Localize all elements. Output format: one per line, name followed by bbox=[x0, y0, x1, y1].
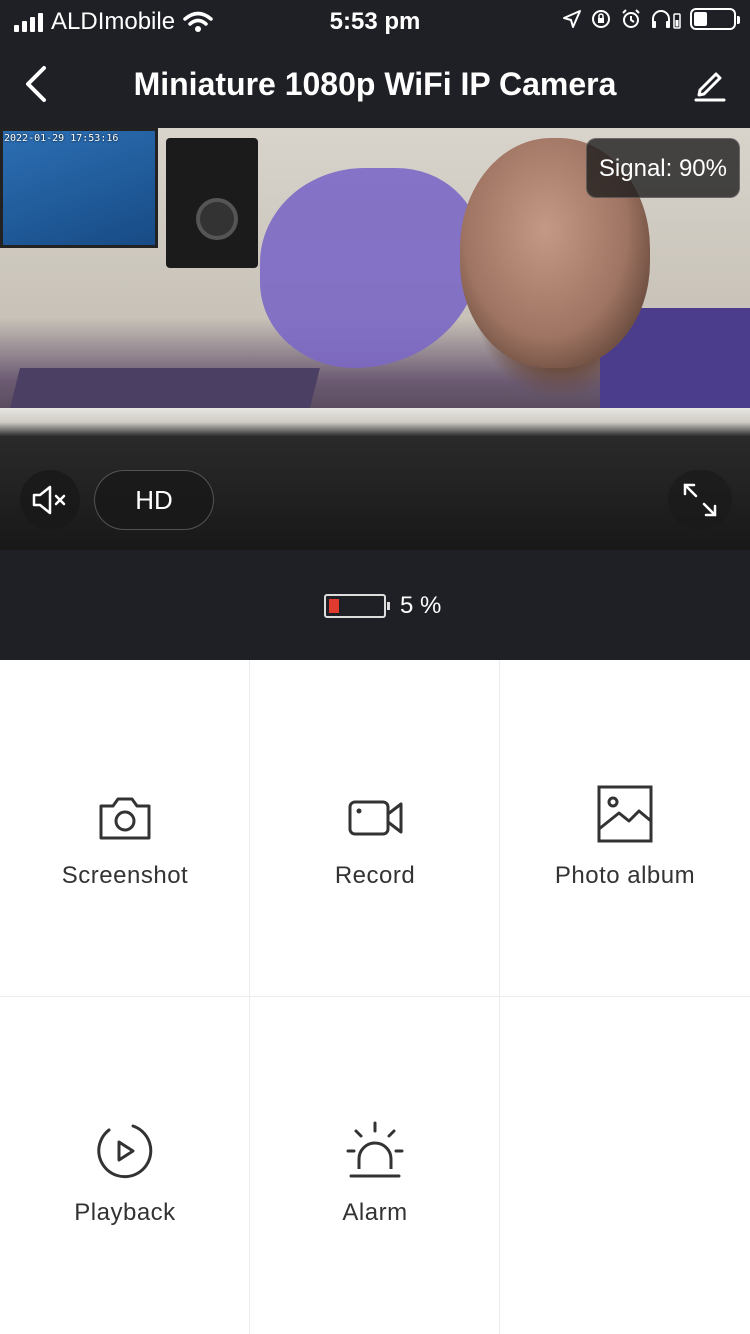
camera-timestamp: 2022-01-29 17:53:16 bbox=[4, 133, 119, 144]
camera-battery-icon bbox=[324, 594, 390, 618]
nav-bar: Miniature 1080p WiFi IP Camera bbox=[0, 40, 750, 128]
alarm-button[interactable]: Alarm bbox=[250, 997, 500, 1334]
device-battery-icon bbox=[690, 8, 740, 30]
fullscreen-expand-icon bbox=[683, 483, 717, 517]
status-bar: ALDImobile 5:53 pm bbox=[0, 0, 750, 40]
siren-icon bbox=[346, 1121, 404, 1178]
photo-album-label: Photo album bbox=[554, 862, 696, 889]
empty-cell bbox=[500, 997, 750, 1334]
camera-scene-speaker bbox=[166, 138, 258, 268]
page-title: Miniature 1080p WiFi IP Camera bbox=[133, 66, 617, 102]
camera-battery: 5 % bbox=[324, 592, 441, 620]
fullscreen-button[interactable] bbox=[668, 470, 732, 530]
camera-scene-plant bbox=[260, 168, 480, 368]
rotation-lock-icon bbox=[592, 10, 610, 28]
video-camera-icon bbox=[348, 800, 403, 836]
screenshot-button[interactable]: Screenshot bbox=[0, 660, 250, 997]
camera-icon bbox=[99, 797, 151, 840]
screenshot-label: Screenshot bbox=[61, 862, 189, 889]
playback-label: Playback bbox=[74, 1199, 176, 1226]
quality-toggle-button[interactable]: HD bbox=[94, 470, 214, 530]
photo-album-button[interactable]: Photo album bbox=[500, 660, 750, 997]
camera-battery-text: 5 % bbox=[400, 592, 442, 619]
edit-pencil-icon[interactable] bbox=[692, 66, 728, 102]
speaker-muted-icon bbox=[32, 485, 66, 515]
playback-button[interactable]: Playback bbox=[0, 997, 250, 1334]
mute-button[interactable] bbox=[20, 470, 80, 530]
camera-battery-bar: 5 % bbox=[0, 550, 750, 660]
action-grid: Screenshot Record Photo album Playback A… bbox=[0, 660, 750, 1334]
signal-strength-badge: Signal: 90% bbox=[585, 138, 740, 198]
alarm-clock-icon bbox=[622, 9, 640, 28]
image-icon bbox=[597, 785, 653, 843]
location-arrow-icon bbox=[563, 10, 581, 28]
alarm-label: Alarm bbox=[342, 1199, 408, 1226]
headphones-battery-icon bbox=[652, 10, 681, 29]
live-camera-view[interactable]: 2022-01-29 17:53:16 Signal: 90% HD bbox=[0, 128, 750, 550]
camera-scene-laptop bbox=[0, 128, 158, 248]
record-label: Record bbox=[334, 862, 416, 889]
status-right bbox=[562, 8, 740, 30]
play-circle-icon bbox=[97, 1124, 153, 1179]
record-button[interactable]: Record bbox=[250, 660, 500, 997]
